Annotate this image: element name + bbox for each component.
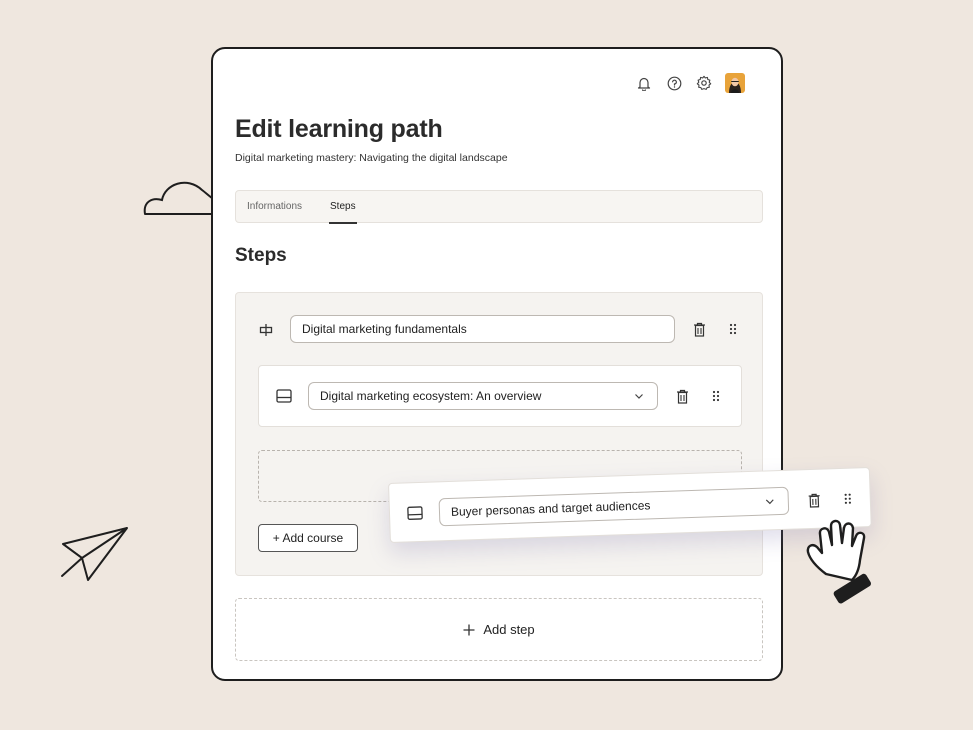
plus-icon [463, 624, 475, 635]
delete-course-trash-icon[interactable] [805, 491, 824, 510]
page-subtitle: Digital marketing mastery: Navigating th… [235, 152, 508, 164]
bell-icon[interactable] [635, 74, 653, 92]
cloud-icon [143, 181, 213, 215]
header-toolbar [635, 73, 745, 93]
paper-plane-icon [61, 527, 128, 581]
step-title-value: Digital marketing fundamentals [302, 322, 467, 336]
course-select[interactable]: Digital marketing ecosystem: An overview [308, 382, 658, 410]
drag-handle-icon[interactable] [724, 320, 742, 338]
avatar[interactable] [725, 73, 745, 93]
add-step-label: Add step [483, 622, 535, 637]
dragged-course-select[interactable]: Buyer personas and target audiences [438, 486, 790, 527]
course-select-value: Digital marketing ecosystem: An overview [320, 389, 542, 403]
course-icon [406, 504, 425, 523]
delete-step-trash-icon[interactable] [690, 320, 708, 338]
tab-informations[interactable]: Informations [247, 201, 302, 212]
course-icon [275, 387, 293, 405]
tab-bar: Informations Steps [235, 190, 763, 224]
page-title: Edit learning path [235, 115, 443, 143]
grab-hand-cursor-icon [806, 519, 872, 604]
step-title-input[interactable]: Digital marketing fundamentals [290, 315, 675, 343]
edit-learning-path-window: Edit learning path Digital marketing mas… [211, 47, 783, 681]
step-icon [257, 321, 275, 339]
delete-course-trash-icon[interactable] [673, 387, 691, 405]
drag-handle-icon[interactable] [707, 387, 725, 405]
dragged-course-value: Buyer personas and target audiences [450, 498, 651, 519]
active-tab-indicator [329, 222, 357, 224]
settings-icon[interactable] [695, 74, 713, 92]
steps-heading: Steps [235, 245, 287, 266]
course-item: Digital marketing ecosystem: An overview [258, 365, 742, 427]
chevron-down-icon [635, 394, 643, 399]
add-course-button[interactable]: + Add course [258, 524, 358, 552]
chevron-down-icon [765, 499, 774, 505]
help-icon[interactable] [665, 74, 683, 92]
add-step-button[interactable]: Add step [235, 598, 763, 661]
drag-handle-icon[interactable] [838, 489, 857, 508]
tab-steps[interactable]: Steps [330, 201, 356, 212]
